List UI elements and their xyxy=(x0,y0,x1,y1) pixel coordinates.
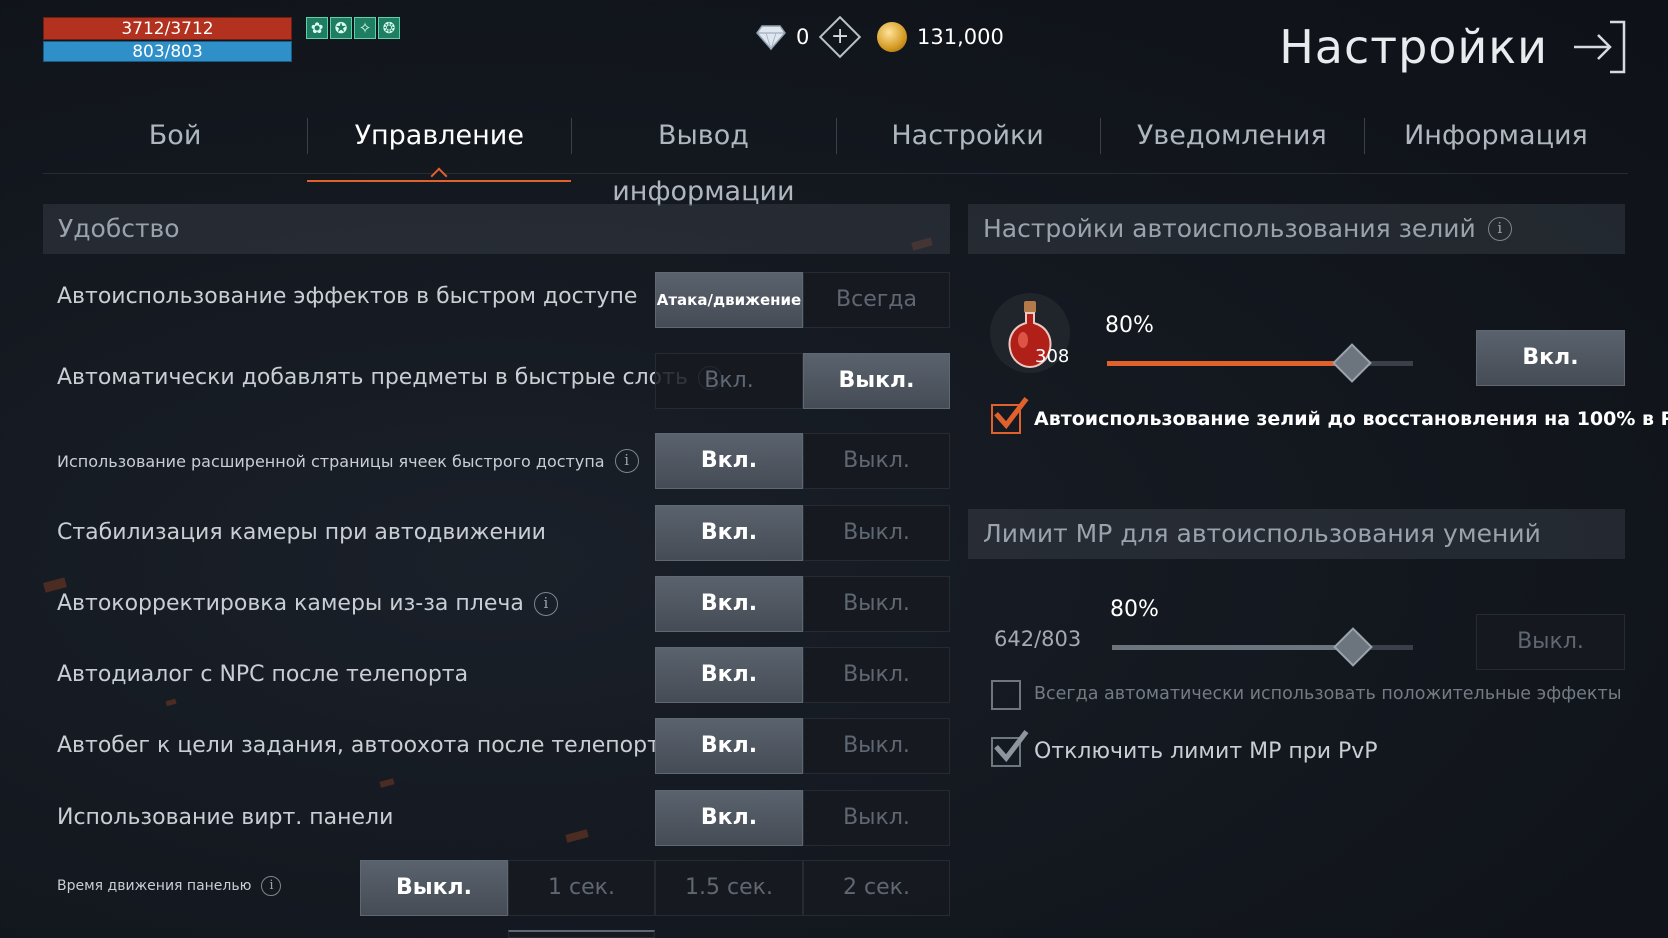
gold-coin-icon xyxy=(877,22,907,52)
potion-count: 308 xyxy=(1035,346,1070,367)
gold-currency: 131,000 xyxy=(877,22,1004,52)
option-attack-move-button[interactable]: Атака/движение xyxy=(655,272,803,328)
diamond-icon xyxy=(756,25,786,51)
mp-slider-fill xyxy=(1112,645,1353,650)
always-buffs-label: Всегда автоматически использовать положи… xyxy=(1034,684,1622,704)
mp-pvp-label: Отключить лимит MP при PvP xyxy=(1034,739,1378,764)
active-tab-indicator xyxy=(430,167,448,185)
buff-icon[interactable]: ❂ xyxy=(378,17,400,39)
on-button[interactable]: Вкл. xyxy=(655,647,803,703)
buff-icon[interactable]: ✿ xyxy=(306,17,328,39)
mp-percent: 80% xyxy=(1110,597,1159,622)
on-button[interactable]: Вкл. xyxy=(655,433,803,489)
off-button[interactable]: Выкл. xyxy=(803,647,950,703)
tab-battle[interactable]: Бой xyxy=(43,108,307,173)
off-button[interactable]: Выкл. xyxy=(803,433,950,489)
potion-settings-title: Настройки автоиспользования зелий xyxy=(983,214,1476,243)
on-button[interactable]: Вкл. xyxy=(655,790,803,846)
tab-bar: Бой Управление Вывод информации Настройк… xyxy=(43,108,1628,207)
setting-label-text: Автодиалог с NPC после телепорта xyxy=(57,662,469,687)
option-always-button[interactable]: Всегда xyxy=(803,272,950,328)
setting-label-text: Использование вирт. панели xyxy=(57,805,394,830)
always-buffs-checkbox[interactable] xyxy=(991,680,1021,710)
ember-decoration xyxy=(379,778,395,788)
off-button[interactable]: Выкл. xyxy=(803,353,950,409)
tab-notifications[interactable]: Уведомления xyxy=(1099,108,1364,173)
mp-current-value: 642/803 xyxy=(994,627,1082,651)
setting-label: Автобег к цели задания, автоохота после … xyxy=(57,733,673,758)
off-button[interactable]: Выкл. xyxy=(803,576,950,632)
setting-label: Использование расширенной страницы ячеек… xyxy=(57,449,639,473)
info-icon[interactable]: i xyxy=(261,876,282,896)
setting-label-text: Автобег к цели задания, автоохота после … xyxy=(57,733,674,758)
setting-label: Автодиалог с NPC после телепорта xyxy=(57,662,468,687)
setting-label: Использование вирт. панели xyxy=(57,805,393,830)
tab-settings[interactable]: Настройки xyxy=(835,108,1100,173)
setting-label: Стабилизация камеры при автодвижении xyxy=(57,520,546,545)
setting-label: Автоматически добавлять предметы в быстр… xyxy=(57,365,722,390)
mp-limit-header: Лимит MP для автоиспользования умений xyxy=(968,509,1625,559)
exit-icon[interactable] xyxy=(1570,18,1628,76)
ember-decoration xyxy=(165,698,177,707)
setting-label-text: Автокорректировка камеры из-за плеча xyxy=(57,591,524,616)
on-button[interactable]: Вкл. xyxy=(655,505,803,561)
potion-slider-fill xyxy=(1107,361,1352,366)
mp-pvp-checkbox[interactable] xyxy=(991,729,1029,767)
info-icon[interactable]: i xyxy=(1487,217,1512,241)
page-title: Настройки xyxy=(1279,20,1548,74)
convenience-header: Удобство xyxy=(43,204,950,254)
ember-decoration xyxy=(565,829,589,843)
tab-information[interactable]: Информация xyxy=(1363,108,1628,173)
mp-slider-thumb[interactable] xyxy=(1333,627,1373,667)
setting-label-text: Автоматически добавлять предметы в быстр… xyxy=(57,365,688,390)
info-icon[interactable]: i xyxy=(614,449,639,473)
buff-icon[interactable]: ✪ xyxy=(330,17,352,39)
mp-bar: 803/803 xyxy=(43,41,292,62)
gem-count: 0 xyxy=(796,25,810,49)
buff-list: ✿ ✪ ✧ ❂ xyxy=(306,17,400,39)
potion-settings-header: Настройки автоиспользования зелий i xyxy=(968,204,1625,254)
on-button[interactable]: Вкл. xyxy=(655,353,803,409)
one-and-half-second-button[interactable]: 1.5 сек. xyxy=(655,860,803,916)
potion-pvp-label: Автоиспользование зелий до восстановлени… xyxy=(1034,408,1668,430)
setting-label-text: Автоиспользование эффектов в быстром дос… xyxy=(57,284,638,309)
one-second-button[interactable]: 1 сек. xyxy=(508,860,655,916)
gold-count: 131,000 xyxy=(917,25,1004,49)
setting-label: Время движения панелью i xyxy=(57,876,282,896)
checkmark-icon xyxy=(994,729,1029,763)
on-button[interactable]: Вкл. xyxy=(655,718,803,774)
next-row-button[interactable] xyxy=(508,930,655,938)
tab-label: Управление xyxy=(354,120,524,151)
setting-label: Автоиспользование эффектов в быстром дос… xyxy=(57,284,637,309)
potion-toggle-button[interactable]: Вкл. xyxy=(1476,330,1625,386)
info-icon[interactable]: i xyxy=(533,591,558,616)
off-button[interactable]: Выкл. xyxy=(803,505,950,561)
tab-controls[interactable]: Управление xyxy=(307,108,572,185)
add-gems-button[interactable]: + xyxy=(819,15,862,59)
potion-percent: 80% xyxy=(1105,313,1154,338)
two-second-button[interactable]: 2 сек. xyxy=(803,860,950,916)
setting-label-text: Стабилизация камеры при автодвижении xyxy=(57,520,546,545)
potion-slider-thumb[interactable] xyxy=(1332,343,1372,383)
buff-icon[interactable]: ✧ xyxy=(354,17,376,39)
tab-info-output[interactable]: Вывод информации xyxy=(571,108,835,207)
potion-pvp-checkbox[interactable] xyxy=(991,396,1029,434)
off-button[interactable]: Выкл. xyxy=(803,718,950,774)
setting-label-text: Время движения панелью xyxy=(57,878,252,894)
setting-label-text: Использование расширенной страницы ячеек… xyxy=(57,451,605,471)
off-button[interactable]: Выкл. xyxy=(803,790,950,846)
mp-toggle-button[interactable]: Выкл. xyxy=(1476,614,1625,670)
checkmark-icon xyxy=(994,396,1029,430)
on-button[interactable]: Вкл. xyxy=(655,576,803,632)
gem-currency: 0 + xyxy=(756,15,862,59)
hp-bar: 3712/3712 xyxy=(43,17,292,40)
setting-label: Автокорректировка камеры из-за плеча i xyxy=(57,591,558,616)
off-button[interactable]: Выкл. xyxy=(360,860,508,916)
plus-icon: + xyxy=(831,24,850,49)
